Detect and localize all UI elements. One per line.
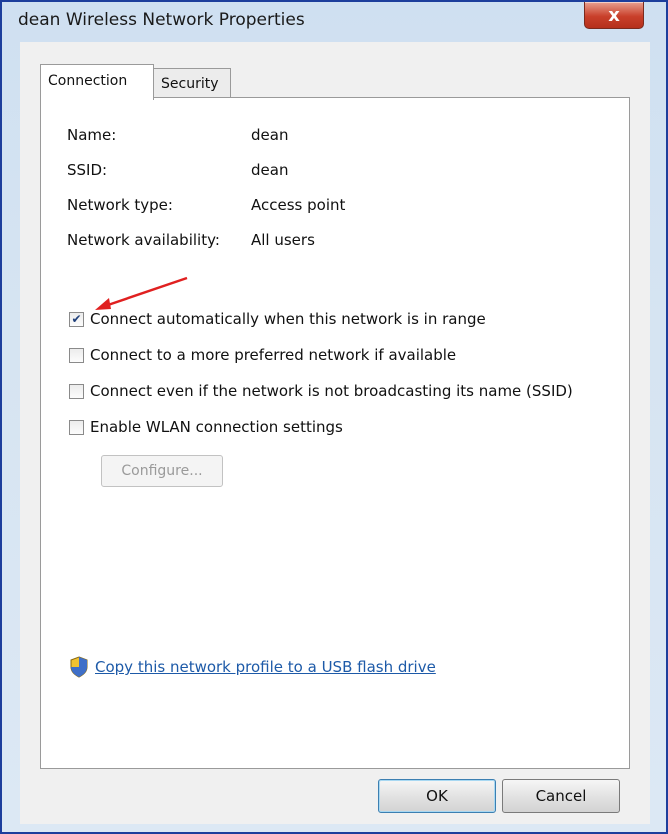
name-value: dean — [251, 126, 289, 144]
dialog-client-area: Connection Security Name: dean SSID: dea… — [20, 42, 650, 824]
copy-profile-usb-link[interactable]: Copy this network profile to a USB flash… — [95, 658, 436, 676]
ssid-value: dean — [251, 161, 289, 179]
option-enable-wlan-settings[interactable]: Enable WLAN connection settings — [69, 418, 343, 436]
cancel-button[interactable]: Cancel — [502, 779, 620, 813]
network-availability-label: Network availability: — [67, 231, 220, 249]
network-type-label: Network type: — [67, 196, 173, 214]
option-not-broadcasting-label: Connect even if the network is not broad… — [90, 382, 573, 400]
shield-icon — [70, 656, 88, 678]
usb-link-row[interactable]: Copy this network profile to a USB flash… — [69, 656, 436, 678]
configure-button[interactable]: Configure... — [101, 455, 223, 487]
checkbox-enable-wlan-settings[interactable] — [69, 419, 84, 435]
option-preferred-network[interactable]: Connect to a more preferred network if a… — [69, 346, 456, 364]
ok-button[interactable]: OK — [378, 779, 496, 813]
checkbox-connect-automatically[interactable]: ✔ — [69, 311, 84, 327]
tab-security[interactable]: Security — [153, 68, 231, 98]
tab-connection[interactable]: Connection — [40, 64, 154, 100]
network-availability-value: All users — [251, 231, 315, 249]
dialog-window: dean Wireless Network Properties x Conne… — [0, 0, 668, 834]
option-connect-automatically-label: Connect automatically when this network … — [90, 310, 486, 328]
option-connect-automatically[interactable]: ✔ Connect automatically when this networ… — [69, 310, 486, 328]
ssid-label: SSID: — [67, 161, 108, 179]
close-icon: x — [608, 4, 620, 26]
option-enable-wlan-settings-label: Enable WLAN connection settings — [90, 418, 343, 436]
title-bar[interactable]: dean Wireless Network Properties x — [2, 2, 666, 44]
window-title: dean Wireless Network Properties — [18, 10, 305, 30]
connection-panel: Name: dean SSID: dean Network type: Acce… — [40, 97, 630, 769]
checkbox-not-broadcasting[interactable] — [69, 383, 84, 399]
option-preferred-network-label: Connect to a more preferred network if a… — [90, 346, 457, 364]
network-type-value: Access point — [251, 196, 346, 214]
checkbox-preferred-network[interactable] — [69, 347, 84, 363]
name-label: Name: — [67, 126, 117, 144]
close-button[interactable]: x — [584, 2, 644, 29]
option-not-broadcasting[interactable]: Connect even if the network is not broad… — [69, 382, 573, 400]
